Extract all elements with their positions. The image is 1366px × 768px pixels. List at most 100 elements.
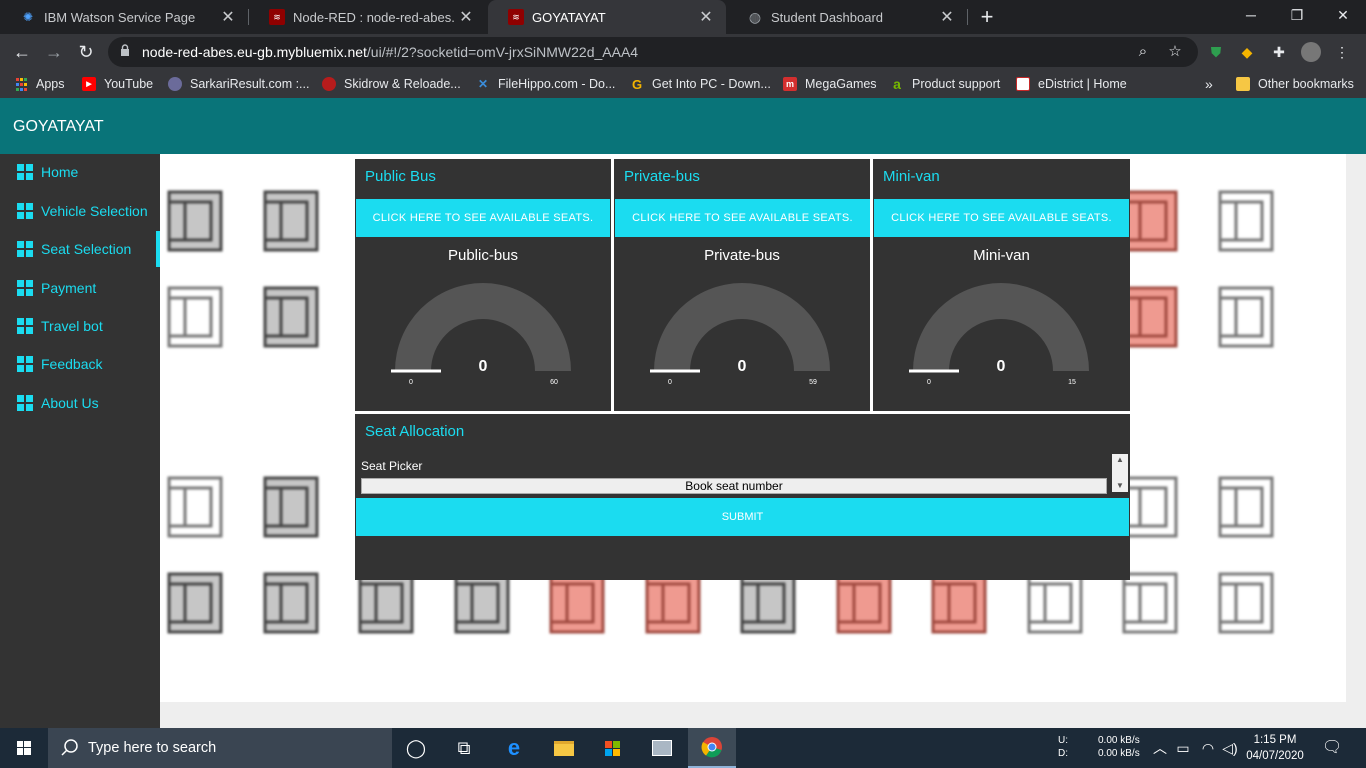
sidebar-item-vehicle-selection[interactable]: Vehicle Selection <box>0 193 160 229</box>
submit-button[interactable]: SUBMIT <box>356 498 1129 536</box>
nvidia-icon: a <box>893 76 901 92</box>
tab-node-red[interactable]: ≋ Node-RED : node-red-abes.eu-gb ✕ <box>249 0 486 34</box>
minimize-icon[interactable]: ─ <box>1228 0 1274 30</box>
bookmark-filehippo[interactable]: ✕ FileHippo.com - Do... <box>476 70 615 98</box>
bookmark-label: YouTube <box>104 77 154 91</box>
gauge-mini-van: 0 0 15 <box>909 283 1089 386</box>
see-seats-button[interactable]: CLICK HERE TO SEE AVAILABLE SEATS. <box>356 199 610 237</box>
sidebar-item-travel-bot[interactable]: Travel bot <box>0 308 160 344</box>
cortana-icon[interactable]: ◯ <box>392 728 440 768</box>
gauge-max: 60 <box>550 379 558 386</box>
restore-icon[interactable]: ❐ <box>1274 0 1320 30</box>
dashboard-icon <box>17 318 33 334</box>
bookmarks-overflow-button[interactable]: » <box>1205 70 1213 98</box>
tab-ibm-watson[interactable]: ✺ IBM Watson Service Page ✕ <box>0 0 248 34</box>
bookmark-getintopc[interactable]: G Get Into PC - Down... <box>630 70 771 98</box>
scroll-up-icon[interactable]: ▲ <box>1112 454 1128 466</box>
bookmark-edistrict[interactable]: eDistrict | Home <box>1016 70 1127 98</box>
system-monitor-icon[interactable] <box>638 728 686 768</box>
file-explorer-icon[interactable] <box>540 728 588 768</box>
system-clock[interactable]: 1:15 PM 04/07/2020 <box>1240 732 1310 764</box>
bookmark-label: Product support <box>912 77 1001 91</box>
task-view-icon[interactable]: ⧉ <box>440 728 488 768</box>
edge-icon[interactable]: e <box>490 728 538 768</box>
seat-icon <box>1122 572 1178 634</box>
bookmark-skidrow[interactable]: Skidrow & Reloade... <box>322 70 461 98</box>
seat-picker-scrollbar[interactable]: ▲ ▼ <box>1112 454 1128 492</box>
chrome-icon[interactable] <box>688 728 736 768</box>
volume-icon[interactable]: ◁) <box>1220 738 1240 758</box>
sidebar-item-payment[interactable]: Payment <box>0 270 160 306</box>
bookmark-apps[interactable]: Apps <box>14 70 65 98</box>
dashboard-icon <box>17 280 33 296</box>
seat-icon <box>167 572 223 634</box>
tab-student-dashboard[interactable]: ◍ Student Dashboard ✕ <box>727 0 967 34</box>
see-seats-button[interactable]: CLICK HERE TO SEE AVAILABLE SEATS. <box>615 199 870 237</box>
chevron-up-icon[interactable]: ︿ <box>1150 738 1170 758</box>
menu-kebab-icon[interactable]: ⋮ <box>1332 42 1352 62</box>
sidebar-item-feedback[interactable]: Feedback <box>0 346 160 382</box>
bookmark-label: FileHippo.com - Do... <box>498 77 616 91</box>
net-down-label: D: <box>1058 748 1068 759</box>
bookmark-megagames[interactable]: m MegaGames <box>783 70 877 98</box>
network-speed-labels: U: D: <box>1058 734 1068 760</box>
bookmark-product-support[interactable]: a Product support <box>890 70 1000 98</box>
seat-icon <box>549 572 605 634</box>
tab-title: IBM Watson Service Page <box>44 9 196 25</box>
close-icon[interactable]: ✕ <box>935 7 959 27</box>
seat-icon <box>1218 476 1274 538</box>
shield-extension-icon[interactable]: ⛊ <box>1206 42 1226 62</box>
bookmarks-bar: Apps ▶ YouTube SarkariResult.com :... Sk… <box>0 70 1366 98</box>
bookmark-other[interactable]: Other bookmarks <box>1236 70 1354 98</box>
close-icon[interactable]: ✕ <box>216 7 240 27</box>
extension-icon[interactable]: ◆ <box>1237 42 1257 62</box>
seat-picker-input[interactable]: Book seat number <box>361 478 1107 494</box>
gauge-value: 0 <box>738 358 747 375</box>
close-window-icon[interactable]: ✕ <box>1320 0 1366 30</box>
see-seats-button[interactable]: CLICK HERE TO SEE AVAILABLE SEATS. <box>874 199 1129 237</box>
seat-icon <box>1218 286 1274 348</box>
bookmark-youtube[interactable]: ▶ YouTube <box>82 70 153 98</box>
sidebar-item-label: Seat Selection <box>41 241 132 257</box>
browser-toolbar: ← → ↻ node-red-abes.eu-gb.mybluemix.net/… <box>0 34 1366 70</box>
seat-icon <box>358 572 414 634</box>
card-title: Mini-van <box>883 168 940 185</box>
close-icon[interactable]: ✕ <box>454 7 478 27</box>
search-placeholder: Type here to search <box>88 740 217 756</box>
dashboard-icon <box>17 395 33 411</box>
seat-icon <box>167 190 223 252</box>
reload-icon[interactable]: ↻ <box>72 38 100 66</box>
address-bar[interactable]: node-red-abes.eu-gb.mybluemix.net/ui/#!/… <box>108 37 1198 67</box>
gauge-min: 0 <box>668 379 672 386</box>
zoom-icon[interactable]: ⌕ <box>1133 42 1153 62</box>
gauge-min: 0 <box>927 379 931 386</box>
sidebar-item-about-us[interactable]: About Us <box>0 385 160 421</box>
back-icon[interactable]: ← <box>8 38 36 66</box>
edistrict-icon <box>1016 77 1030 91</box>
star-icon[interactable]: ☆ <box>1165 42 1185 62</box>
page-gutter <box>1346 154 1366 702</box>
youtube-icon: ▶ <box>82 77 96 91</box>
taskbar-search-box[interactable]: Type here to search <box>48 728 392 768</box>
notifications-icon[interactable]: 🗨 <box>1322 738 1342 758</box>
card-private-bus: Private-bus CLICK HERE TO SEE AVAILABLE … <box>614 159 870 411</box>
gauge-max: 15 <box>1068 379 1076 386</box>
battery-icon[interactable]: ▭ <box>1173 738 1193 758</box>
forward-icon[interactable]: → <box>40 38 68 66</box>
filehippo-icon: ✕ <box>477 77 489 91</box>
store-icon[interactable] <box>588 728 636 768</box>
close-icon[interactable]: ✕ <box>694 7 718 27</box>
tab-goyatayat[interactable]: ≋ GOYATAYAT ✕ <box>488 0 726 34</box>
windows-start-icon[interactable] <box>0 728 48 768</box>
sidebar-item-seat-selection[interactable]: Seat Selection <box>0 231 160 267</box>
sidebar-item-home[interactable]: Home <box>0 154 160 190</box>
scroll-down-icon[interactable]: ▼ <box>1112 480 1128 492</box>
tab-separator <box>967 9 968 25</box>
new-tab-button[interactable]: + <box>976 4 998 30</box>
avatar[interactable] <box>1301 42 1321 62</box>
bookmark-sarkariresult[interactable]: SarkariResult.com :... <box>168 70 309 98</box>
puzzle-icon[interactable]: ✚ <box>1269 42 1289 62</box>
wifi-icon[interactable]: ◠ <box>1198 738 1218 758</box>
card-title: Seat Allocation <box>365 423 465 440</box>
seat-allocation-card: Seat Allocation Seat Picker Book seat nu… <box>355 414 1130 580</box>
